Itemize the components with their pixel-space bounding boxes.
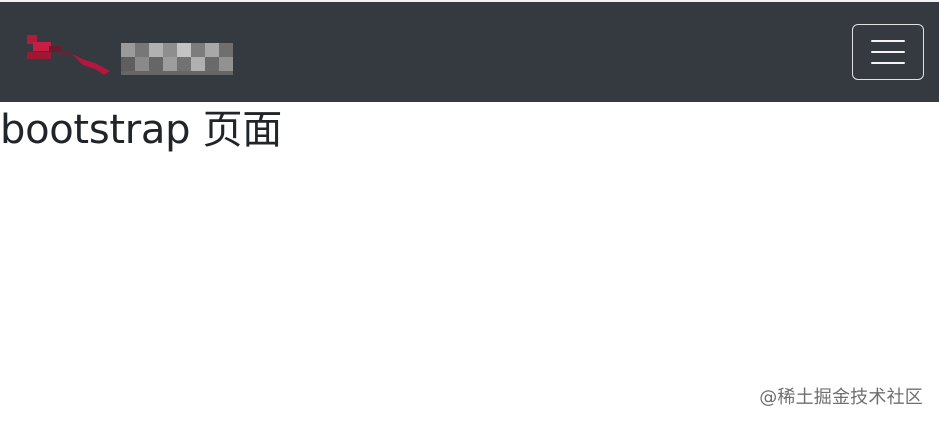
hamburger-menu-icon	[871, 40, 905, 64]
source-watermark: @稀土掘金技术社区	[759, 387, 923, 408]
page-title: bootstrap 页面	[0, 107, 283, 153]
brand-link[interactable]	[25, 22, 245, 82]
top-navbar	[0, 2, 939, 102]
blurred-brand-logo-icon	[27, 35, 233, 75]
browser-page: bootstrap 页面 @稀土掘金技术社区	[0, 0, 939, 425]
navbar-toggle-button[interactable]	[852, 24, 924, 80]
main-content: bootstrap 页面	[0, 102, 939, 153]
hamburger-line-top	[871, 40, 905, 42]
hamburger-line-bottom	[871, 62, 905, 64]
hamburger-line-middle	[871, 51, 905, 53]
